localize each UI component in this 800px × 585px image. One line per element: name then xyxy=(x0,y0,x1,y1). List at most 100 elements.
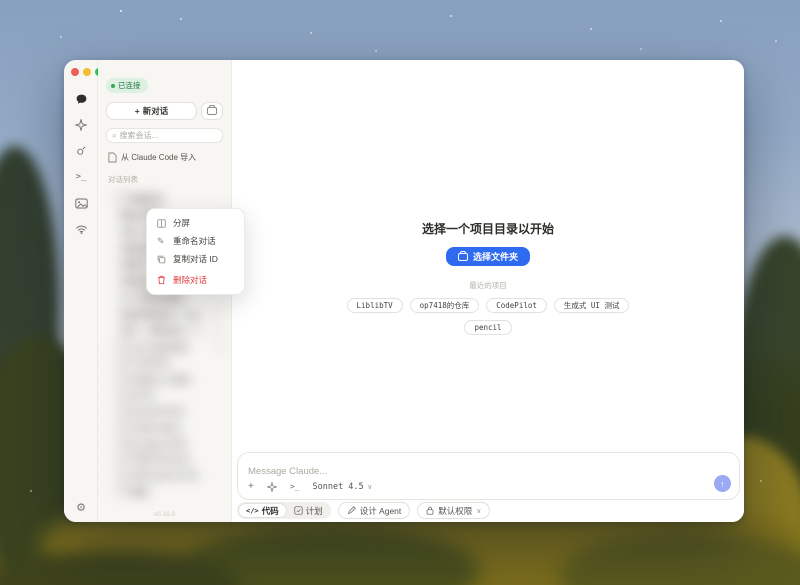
project-root-liblibtv[interactable]: ⌄ liblibTV xyxy=(106,191,225,207)
project-label: CodePilot xyxy=(131,358,223,368)
close-window-button[interactable] xyxy=(71,68,79,76)
menu-item-split[interactable]: 分屏 xyxy=(151,214,240,232)
conversation-context-menu: 分屏 ✎ 重命名对话 复制对话 ID 删除对话 xyxy=(146,208,245,295)
chevron-right-icon: › xyxy=(108,487,115,496)
menu-item-delete[interactable]: 删除对话 xyxy=(151,271,240,289)
media-icon[interactable] xyxy=(70,194,92,212)
search-box[interactable]: ⌕ xyxy=(106,128,223,143)
design-agent-button[interactable]: 设计 Agent xyxy=(338,502,411,519)
minimize-window-button[interactable] xyxy=(83,68,91,76)
automation-icon[interactable] xyxy=(70,142,92,160)
choose-folder-label: 选择文件夹 xyxy=(473,250,518,263)
connected-dot-icon xyxy=(111,84,115,88)
choose-folder-button[interactable]: 选择文件夹 xyxy=(446,247,530,266)
empty-state: 选择一个项目目录以开始 选择文件夹 最近的项目 LiblibTV op7418的… xyxy=(232,220,744,335)
conversation-label: 你好，帮我安装一下... xyxy=(120,324,209,337)
model-selector[interactable]: Sonnet 4.5 ∨ xyxy=(312,482,371,492)
project-folder[interactable]: › 健身 xyxy=(106,483,225,499)
project-label: 健身 xyxy=(131,485,223,498)
skills-icon[interactable] xyxy=(70,116,92,134)
new-chat-button[interactable]: + 新对话 xyxy=(106,102,197,120)
empty-state-title: 选择一个项目目录以开始 xyxy=(422,220,554,237)
desktop-wallpaper: >_ ⚙ 已连接 + 新对话 xyxy=(0,0,800,585)
message-input[interactable] xyxy=(248,466,633,477)
chevron-right-icon: › xyxy=(108,471,115,480)
folder-icon xyxy=(207,107,217,115)
conversation-item[interactable]: 帮我读取我这个 gith... 6天 xyxy=(106,306,225,323)
connection-status-badge: 已连接 xyxy=(106,78,148,93)
message-composer: + >_ Sonnet 4.5 ∨ ↑ xyxy=(237,452,740,500)
conversation-age: 6天 xyxy=(212,309,224,320)
project-folder[interactable]: › 后 Agent 时代 xyxy=(106,435,225,451)
project-folder[interactable]: › 生成式 UI 测试 xyxy=(106,371,225,387)
settings-gear-icon[interactable]: ⚙ xyxy=(64,501,98,514)
recent-project-chip[interactable]: 生成式 UI 测试 xyxy=(554,298,630,313)
project-folder[interactable]: › CodePilot xyxy=(106,355,225,371)
arrow-up-icon: ↑ xyxy=(720,479,725,489)
menu-item-label: 复制对话 ID xyxy=(173,253,218,265)
folder-icon xyxy=(118,195,128,203)
design-agent-label: 设计 Agent xyxy=(360,505,402,517)
conversation-item[interactable]: 你好，帮我安装一下... 6天 xyxy=(106,323,225,340)
import-claude-code-button[interactable]: 从 Claude Code 导入 xyxy=(106,152,223,163)
permissions-label: 默认权限 xyxy=(438,505,472,517)
project-label: Tabbit Browser xyxy=(131,454,223,464)
sync-icon xyxy=(215,343,223,351)
project-folder[interactable]: › ppt-generator xyxy=(106,403,225,419)
mode-segment-group: </> 代码 计划 xyxy=(237,502,331,519)
menu-item-copy-id[interactable]: 复制对话 ID xyxy=(151,250,240,268)
recent-project-chip[interactable]: LiblibTV xyxy=(347,298,403,313)
chevron-down-icon: ∨ xyxy=(476,507,481,515)
menu-item-label: 重命名对话 xyxy=(173,235,216,247)
chevron-right-icon: › xyxy=(108,343,115,352)
chevron-down-icon: ∨ xyxy=(368,483,372,491)
search-input[interactable] xyxy=(119,131,217,140)
project-folder[interactable]: › op7418的仓库 xyxy=(106,339,225,355)
project-label: 0625-gemini-test xyxy=(131,470,223,480)
recent-project-chip[interactable]: CodePilot xyxy=(486,298,547,313)
chats-icon[interactable] xyxy=(70,90,92,108)
mode-code-label: 代码 xyxy=(262,505,279,517)
terminal-icon[interactable]: >_ xyxy=(70,168,92,186)
project-folder[interactable]: › Tabbit Browser xyxy=(106,451,225,467)
project-label: 后 Agent 时代 xyxy=(131,437,223,450)
folder-icon xyxy=(118,359,128,367)
recent-projects: LiblibTV op7418的仓库 CodePilot 生成式 UI 测试 p… xyxy=(323,298,653,335)
chevron-right-icon: › xyxy=(108,359,115,368)
chevron-right-icon: › xyxy=(108,407,115,416)
main-pane: 选择一个项目目录以开始 选择文件夹 最近的项目 LiblibTV op7418的… xyxy=(232,60,744,522)
open-folder-button[interactable] xyxy=(201,102,223,120)
project-label: image-agent xyxy=(131,422,223,432)
recent-projects-label: 最近的项目 xyxy=(469,280,507,291)
project-folder[interactable]: › image-agent xyxy=(106,419,225,435)
conversation-list-label: 对话列表 xyxy=(106,174,223,185)
permissions-selector[interactable]: 默认权限 ∨ xyxy=(417,502,490,519)
import-label: 从 Claude Code 导入 xyxy=(121,152,196,163)
code-icon: </> xyxy=(246,507,259,515)
plan-icon xyxy=(294,506,303,515)
project-folder[interactable]: › 0625-gemini-test xyxy=(106,467,225,483)
terminal-mode-icon[interactable]: >_ xyxy=(290,482,300,491)
send-button[interactable]: ↑ xyxy=(714,475,731,492)
plus-icon: + xyxy=(135,106,140,116)
spark-icon[interactable] xyxy=(267,482,277,492)
folder-icon xyxy=(118,343,128,351)
chevron-right-icon: › xyxy=(108,375,115,384)
connection-icon[interactable] xyxy=(70,220,92,238)
folder-icon xyxy=(118,391,128,399)
recent-project-chip[interactable]: pencil xyxy=(464,320,511,335)
icon-rail: >_ ⚙ xyxy=(64,60,98,522)
mode-toolbar: </> 代码 计划 设计 Agent 默认权限 ∨ xyxy=(237,502,490,519)
menu-item-label: 分屏 xyxy=(173,217,190,229)
mode-plan-button[interactable]: 计划 xyxy=(287,503,330,518)
mode-code-button[interactable]: </> 代码 xyxy=(238,503,287,518)
trash-icon xyxy=(157,275,167,285)
menu-item-rename[interactable]: ✎ 重命名对话 xyxy=(151,232,240,250)
recent-project-chip[interactable]: op7418的仓库 xyxy=(410,298,480,313)
connection-status-label: 已连接 xyxy=(118,80,141,91)
project-folder[interactable]: › pencil xyxy=(106,387,225,403)
folder-icon xyxy=(118,375,128,383)
attach-plus-icon[interactable]: + xyxy=(248,481,254,492)
document-icon xyxy=(108,152,117,163)
app-version: v0.16.0 xyxy=(98,511,231,518)
